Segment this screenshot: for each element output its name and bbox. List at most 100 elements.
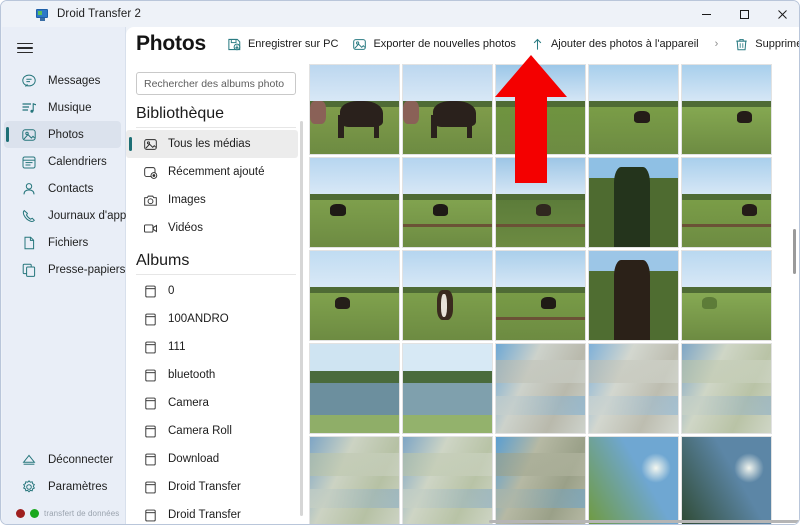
sidebar-item-label: Messages (48, 74, 101, 87)
file-icon (21, 235, 37, 251)
status-dot-left (16, 509, 25, 518)
album-item-label: 0 (168, 285, 175, 297)
photo-thumbnail[interactable] (588, 436, 679, 524)
photo-thumbnail[interactable] (588, 64, 679, 155)
album-list-item[interactable]: Droid Transfer (126, 501, 298, 524)
close-button[interactable] (763, 1, 799, 27)
photo-thumbnail[interactable] (309, 64, 400, 155)
monitor-phone-icon (35, 8, 50, 21)
photo-thumbnail[interactable] (309, 250, 400, 341)
sidebar-item-parametres[interactable]: Paramètres (4, 473, 122, 500)
album-icon (143, 396, 158, 411)
library-item-images[interactable]: Images (126, 186, 298, 214)
photo-grid-vertical-scrollbar[interactable] (793, 229, 796, 274)
library-item-videos[interactable]: Vidéos (126, 214, 298, 242)
toolbar-button-label: Exporter de nouvelles photos (373, 38, 516, 50)
toolbar-button-label: Supprimer la sélection (755, 38, 799, 50)
albums-scrollbar[interactable] (300, 121, 303, 516)
status-dot-right (30, 509, 39, 518)
album-list-item[interactable]: Camera (126, 389, 298, 417)
album-icon (143, 508, 158, 523)
album-list: 0 100ANDRO 111 bluetooth Camera Camera Roll Do… (126, 277, 306, 524)
album-list-item[interactable]: bluetooth (126, 361, 298, 389)
library-item-label: Récemment ajouté (168, 166, 265, 178)
page-title: Photos (136, 32, 206, 55)
photo-thumbnail[interactable] (309, 343, 400, 434)
album-list-item[interactable]: Download (126, 445, 298, 473)
app-title: Droid Transfer 2 (57, 8, 142, 20)
photo-thumbnail[interactable] (495, 250, 586, 341)
library-divider (136, 127, 296, 128)
photo-thumbnail[interactable] (495, 436, 586, 524)
sidebar-item-label: Photos (48, 128, 84, 141)
sidebar-item-presse-papiers[interactable]: Presse-papiers (4, 256, 125, 283)
search-albums-box[interactable] (136, 72, 296, 95)
save-to-pc-button[interactable]: Enregistrer sur PC (220, 31, 345, 57)
photo-thumbnail[interactable] (402, 157, 493, 248)
photo-icon (21, 127, 37, 143)
photo-grid-horizontal-scrollbar[interactable] (489, 520, 799, 523)
photo-thumbnail[interactable] (588, 157, 679, 248)
save-to-pc-icon (227, 37, 242, 52)
photo-thumbnail[interactable] (588, 343, 679, 434)
album-item-label: 111 (168, 341, 186, 353)
albums-divider (136, 274, 296, 275)
export-new-photos-button[interactable]: Exporter de nouvelles photos (345, 31, 522, 57)
toolbar-button-label: Enregistrer sur PC (247, 38, 339, 50)
library-item-label: Vidéos (168, 222, 203, 234)
library-item-tous-les-medias[interactable]: Tous les médias (126, 130, 298, 158)
album-icon (143, 312, 158, 327)
photo-thumbnail[interactable] (402, 64, 493, 155)
search-input[interactable] (144, 77, 288, 90)
album-list-item[interactable]: 111 (126, 333, 298, 361)
album-list-item[interactable]: Droid Transfer (126, 473, 298, 501)
sidebar-item-fichiers[interactable]: Fichiers (4, 229, 121, 256)
sidebar-item-photos[interactable]: Photos (4, 121, 121, 148)
sidebar-item-label: Calendriers (48, 155, 107, 168)
sidebar-item-label: Paramètres (48, 480, 108, 493)
toolbar-button-label: Ajouter des photos à l'appareil (550, 38, 699, 50)
photo-thumbnail[interactable] (495, 343, 586, 434)
photo-thumbnail[interactable] (681, 436, 772, 524)
sidebar-item-calendriers[interactable]: Calendriers (4, 148, 121, 175)
maximize-button[interactable] (725, 1, 763, 27)
photo-thumbnail[interactable] (681, 157, 772, 248)
album-item-label: Droid Transfer (168, 509, 241, 521)
add-photos-to-device-button[interactable]: Ajouter des photos à l'appareil (523, 31, 706, 57)
photo-thumbnail[interactable] (681, 343, 772, 434)
photo-thumbnail[interactable] (681, 250, 772, 341)
sidebar-item-contacts[interactable]: Contacts (4, 175, 121, 202)
album-list-item[interactable]: Camera Roll (126, 417, 298, 445)
album-icon (143, 424, 158, 439)
calendar-icon (21, 154, 37, 170)
photo-thumbnail[interactable] (402, 343, 493, 434)
photo-thumbnail[interactable] (309, 157, 400, 248)
library-item-recemment-ajoute[interactable]: Récemment ajouté (126, 158, 298, 186)
album-item-label: bluetooth (168, 369, 216, 381)
albums-sidebar: Bibliothèque Tous les médias Récemment a… (126, 61, 306, 524)
toolbar-overflow-chevron-icon[interactable]: › (706, 38, 728, 50)
sidebar-item-musique[interactable]: Musique (4, 94, 121, 121)
photo-thumbnail[interactable] (402, 436, 493, 524)
album-icon (143, 452, 158, 467)
minimize-button[interactable] (687, 1, 725, 27)
album-item-label: Camera (168, 397, 209, 409)
disconnect-icon (21, 452, 37, 468)
hamburger-menu-icon[interactable] (14, 37, 36, 59)
album-list-item[interactable]: 0 (126, 277, 298, 305)
album-item-label: 100ANDRO (168, 313, 229, 325)
album-icon (143, 480, 158, 495)
delete-selection-button[interactable]: Supprimer la sélection (727, 31, 799, 57)
photo-thumbnail[interactable] (588, 250, 679, 341)
photo-thumbnail[interactable] (309, 436, 400, 524)
photo-thumbnail[interactable] (681, 64, 772, 155)
sidebar-item-deconnecter[interactable]: Déconnecter (4, 446, 122, 473)
rail-bottom-section: Déconnecter Paramètres transfert de donn… (2, 446, 126, 518)
sidebar-item-messages[interactable]: Messages (4, 67, 121, 94)
album-list-item[interactable]: 100ANDRO (126, 305, 298, 333)
photos-toolbar: Photos Enregistrer sur PC Exporter de no… (126, 27, 799, 61)
sidebar-item-journaux-dappel[interactable]: Journaux d'appel (4, 202, 135, 229)
album-item-label: Camera Roll (168, 425, 232, 437)
phone-icon (21, 208, 37, 224)
photo-thumbnail[interactable] (402, 250, 493, 341)
